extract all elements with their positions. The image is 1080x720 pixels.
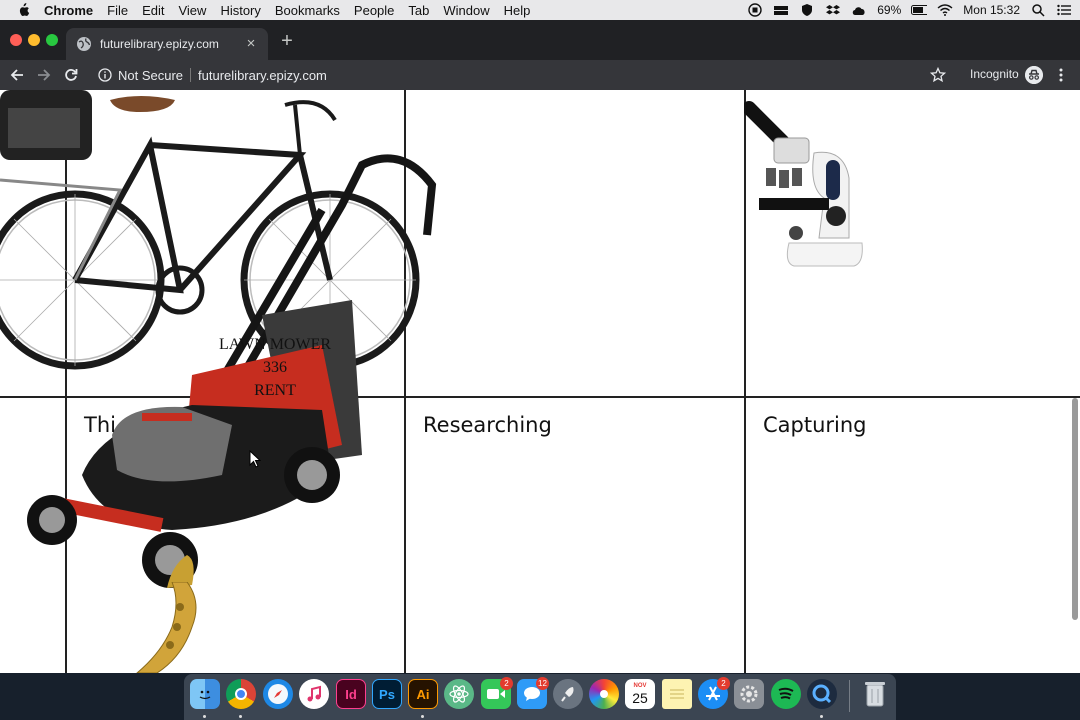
menu-people[interactable]: People — [354, 3, 394, 18]
system-preferences-icon[interactable] — [734, 679, 764, 709]
reload-icon[interactable] — [61, 65, 81, 85]
battery-percentage[interactable]: 69% — [877, 3, 901, 17]
running-indicator — [421, 715, 424, 718]
dropbox-icon[interactable] — [825, 3, 841, 17]
shield-icon[interactable] — [799, 3, 815, 17]
browser-toolbar: Not Secure futurelibrary.epizy.com Incog… — [0, 60, 1080, 90]
back-icon[interactable] — [7, 65, 27, 85]
menu-app-name[interactable]: Chrome — [44, 3, 93, 18]
lawn-mower-caption: LAWN MOWER 336 RENT — [205, 333, 345, 402]
chrome-icon[interactable] — [226, 679, 256, 709]
battery-icon[interactable] — [911, 3, 928, 17]
menu-bar-clock[interactable]: Mon 15:32 — [963, 3, 1020, 17]
forward-icon[interactable] — [34, 65, 54, 85]
menu-file[interactable]: File — [107, 3, 128, 18]
photoshop-icon[interactable]: Ps — [372, 679, 402, 709]
url-text[interactable]: futurelibrary.epizy.com — [198, 68, 327, 83]
finder-icon[interactable] — [190, 679, 220, 709]
page-viewport: Thi Researching Capturing LAWN MOWER 336… — [0, 90, 1080, 673]
menu-bookmarks[interactable]: Bookmarks — [275, 3, 340, 18]
menu-view[interactable]: View — [178, 3, 206, 18]
spotlight-search-icon[interactable] — [1030, 3, 1046, 17]
menu-edit[interactable]: Edit — [142, 3, 164, 18]
record-icon[interactable] — [747, 3, 763, 17]
atom-icon[interactable] — [444, 679, 474, 709]
messages-badge: 12 — [536, 677, 549, 690]
cell-label-thinking[interactable]: Thi — [84, 413, 116, 437]
indesign-icon[interactable]: Id — [336, 679, 366, 709]
calendar-icon[interactable]: NOV 25 — [625, 679, 655, 709]
illustrator-icon[interactable]: Ai — [408, 679, 438, 709]
running-indicator — [820, 715, 823, 718]
running-indicator — [239, 715, 242, 718]
saxophone-image[interactable] — [132, 582, 212, 673]
menu-window[interactable]: Window — [443, 3, 489, 18]
mouse-cursor-icon — [249, 450, 261, 468]
incognito-label: Incognito — [970, 67, 1019, 81]
browser-tab-strip: futurelibrary.epizy.com × + — [0, 20, 1080, 60]
caption-title: LAWN MOWER — [218, 336, 332, 353]
caption-action: RENT — [254, 382, 296, 399]
window-zoom-button[interactable] — [46, 34, 58, 46]
calendar-month: NOV — [633, 682, 647, 689]
window-minimize-button[interactable] — [28, 34, 40, 46]
calendar-day: 25 — [632, 689, 648, 706]
apple-icon[interactable] — [16, 3, 30, 17]
macos-menu-bar: Chrome File Edit View History Bookmarks … — [0, 0, 1080, 20]
tab-title: futurelibrary.epizy.com — [100, 37, 219, 51]
globe-icon — [77, 37, 91, 51]
browser-menu-icon[interactable] — [1056, 66, 1066, 84]
address-separator — [190, 68, 192, 82]
browser-tab[interactable]: futurelibrary.epizy.com × — [66, 28, 268, 60]
app-store-badge: 2 — [717, 677, 730, 690]
safari-icon[interactable] — [263, 679, 293, 709]
running-indicator — [203, 715, 206, 718]
launchpad-icon[interactable] — [553, 679, 583, 709]
wifi-icon[interactable] — [937, 3, 953, 17]
notes-icon[interactable] — [662, 679, 692, 709]
address-bar[interactable]: Not Secure futurelibrary.epizy.com — [90, 63, 952, 87]
window-close-button[interactable] — [10, 34, 22, 46]
caption-price: 336 — [263, 359, 287, 376]
menu-help[interactable]: Help — [504, 3, 531, 18]
photos-icon[interactable] — [589, 679, 619, 709]
spotify-icon[interactable] — [771, 679, 801, 709]
new-tab-icon[interactable]: + — [278, 31, 296, 51]
dock-separator — [849, 680, 850, 712]
itunes-icon[interactable] — [299, 679, 329, 709]
trash-icon[interactable] — [860, 679, 890, 709]
security-status[interactable]: Not Secure — [118, 68, 183, 83]
microscope-image[interactable] — [744, 98, 874, 273]
drive-icon[interactable] — [773, 3, 789, 17]
menu-tab[interactable]: Tab — [408, 3, 429, 18]
info-icon[interactable] — [98, 68, 112, 82]
cell-label-capturing[interactable]: Capturing — [763, 413, 867, 437]
menu-history[interactable]: History — [220, 3, 260, 18]
tab-close-icon[interactable]: × — [244, 36, 258, 51]
notification-center-icon[interactable] — [1056, 3, 1072, 17]
menu-bar-status-area: 69% Mon 15:32 — [747, 0, 1072, 20]
incognito-icon[interactable] — [1025, 66, 1043, 84]
cell-label-researching[interactable]: Researching — [423, 413, 552, 437]
quicktime-icon[interactable] — [807, 679, 837, 709]
facetime-badge: 2 — [500, 677, 513, 690]
creative-cloud-icon[interactable] — [851, 3, 867, 17]
vertical-scrollbar[interactable] — [1072, 398, 1078, 620]
bookmark-star-icon[interactable] — [930, 67, 946, 83]
